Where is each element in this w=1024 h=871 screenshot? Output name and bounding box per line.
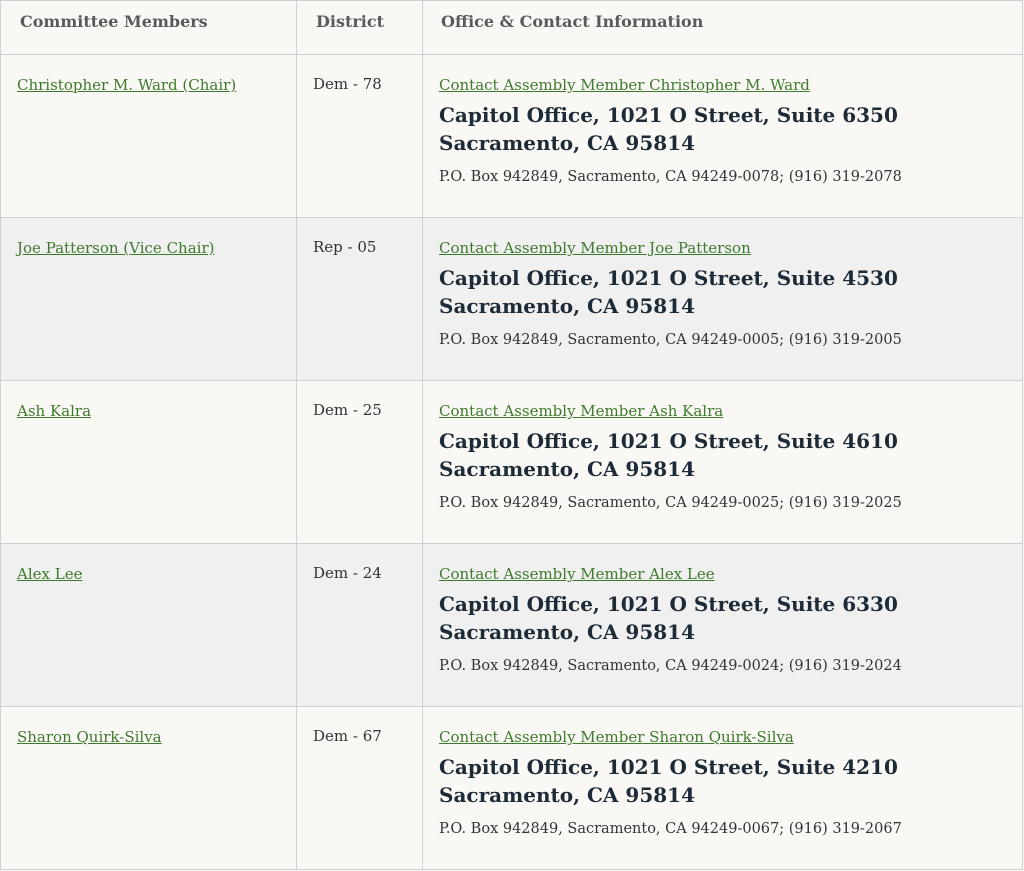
office-city-line: Sacramento, CA 95814 — [439, 457, 695, 481]
office-street-line: Capitol Office, 1021 O Street, Suite 633… — [439, 592, 898, 616]
office-street-line: Capitol Office, 1021 O Street, Suite 421… — [439, 755, 898, 779]
member-office-cell: Contact Assembly Member Joe Patterson Ca… — [422, 217, 1023, 381]
po-box-phone: P.O. Box 942849, Sacramento, CA 94249-00… — [439, 332, 902, 348]
contact-member-link[interactable]: Contact Assembly Member Ash Kalra — [439, 401, 1006, 421]
table-header: Committee Members District Office & Cont… — [0, 0, 1023, 55]
member-name-cell: Ash Kalra — [0, 380, 297, 544]
committee-members-page: Committee Members District Office & Cont… — [0, 0, 1024, 871]
member-office-cell: Contact Assembly Member Sharon Quirk-Sil… — [422, 706, 1023, 870]
member-name-link[interactable]: Ash Kalra — [17, 402, 91, 420]
member-district: Dem - 25 — [296, 380, 423, 544]
member-office-cell: Contact Assembly Member Alex Lee Capitol… — [422, 543, 1023, 707]
member-name-cell: Joe Patterson (Vice Chair) — [0, 217, 297, 381]
po-box-phone: P.O. Box 942849, Sacramento, CA 94249-00… — [439, 495, 902, 511]
member-district: Dem - 67 — [296, 706, 423, 870]
capitol-office-address: Capitol Office, 1021 O Street, Suite 453… — [439, 264, 1006, 320]
committee-members-table: Committee Members District Office & Cont… — [0, 0, 1023, 870]
office-city-line: Sacramento, CA 95814 — [439, 783, 695, 807]
capitol-office-address: Capitol Office, 1021 O Street, Suite 461… — [439, 427, 1006, 483]
member-office-cell: Contact Assembly Member Christopher M. W… — [422, 54, 1023, 218]
header-row: Committee Members District Office & Cont… — [0, 0, 1023, 55]
member-name-cell: Christopher M. Ward (Chair) — [0, 54, 297, 218]
header-committee-members: Committee Members — [0, 0, 297, 55]
member-name-cell: Sharon Quirk-Silva — [0, 706, 297, 870]
header-district: District — [296, 0, 423, 55]
member-office-cell: Contact Assembly Member Ash Kalra Capito… — [422, 380, 1023, 544]
office-city-line: Sacramento, CA 95814 — [439, 620, 695, 644]
member-name-link[interactable]: Sharon Quirk-Silva — [17, 728, 162, 746]
contact-member-link[interactable]: Contact Assembly Member Sharon Quirk-Sil… — [439, 727, 1006, 747]
office-city-line: Sacramento, CA 95814 — [439, 294, 695, 318]
office-city-line: Sacramento, CA 95814 — [439, 131, 695, 155]
po-box-phone: P.O. Box 942849, Sacramento, CA 94249-00… — [439, 658, 902, 674]
member-name-link[interactable]: Joe Patterson (Vice Chair) — [17, 239, 214, 257]
office-street-line: Capitol Office, 1021 O Street, Suite 635… — [439, 103, 898, 127]
capitol-office-address: Capitol Office, 1021 O Street, Suite 633… — [439, 590, 1006, 646]
table-row: Sharon Quirk-Silva Dem - 67 Contact Asse… — [0, 706, 1023, 870]
table-body: Christopher M. Ward (Chair) Dem - 78 Con… — [0, 54, 1023, 870]
member-name-link[interactable]: Christopher M. Ward (Chair) — [17, 76, 236, 94]
po-box-phone: P.O. Box 942849, Sacramento, CA 94249-00… — [439, 821, 902, 837]
table-row: Christopher M. Ward (Chair) Dem - 78 Con… — [0, 54, 1023, 218]
member-name-cell: Alex Lee — [0, 543, 297, 707]
office-street-line: Capitol Office, 1021 O Street, Suite 461… — [439, 429, 898, 453]
office-street-line: Capitol Office, 1021 O Street, Suite 453… — [439, 266, 898, 290]
member-district: Dem - 24 — [296, 543, 423, 707]
member-name-link[interactable]: Alex Lee — [17, 565, 82, 583]
table-row: Ash Kalra Dem - 25 Contact Assembly Memb… — [0, 380, 1023, 544]
table-row: Alex Lee Dem - 24 Contact Assembly Membe… — [0, 543, 1023, 707]
contact-member-link[interactable]: Contact Assembly Member Christopher M. W… — [439, 75, 1006, 95]
table-row: Joe Patterson (Vice Chair) Rep - 05 Cont… — [0, 217, 1023, 381]
po-box-phone: P.O. Box 942849, Sacramento, CA 94249-00… — [439, 169, 902, 185]
contact-member-link[interactable]: Contact Assembly Member Alex Lee — [439, 564, 1006, 584]
capitol-office-address: Capitol Office, 1021 O Street, Suite 421… — [439, 753, 1006, 809]
member-district: Rep - 05 — [296, 217, 423, 381]
header-office-contact: Office & Contact Information — [422, 0, 1023, 55]
member-district: Dem - 78 — [296, 54, 423, 218]
contact-member-link[interactable]: Contact Assembly Member Joe Patterson — [439, 238, 1006, 258]
capitol-office-address: Capitol Office, 1021 O Street, Suite 635… — [439, 101, 1006, 157]
